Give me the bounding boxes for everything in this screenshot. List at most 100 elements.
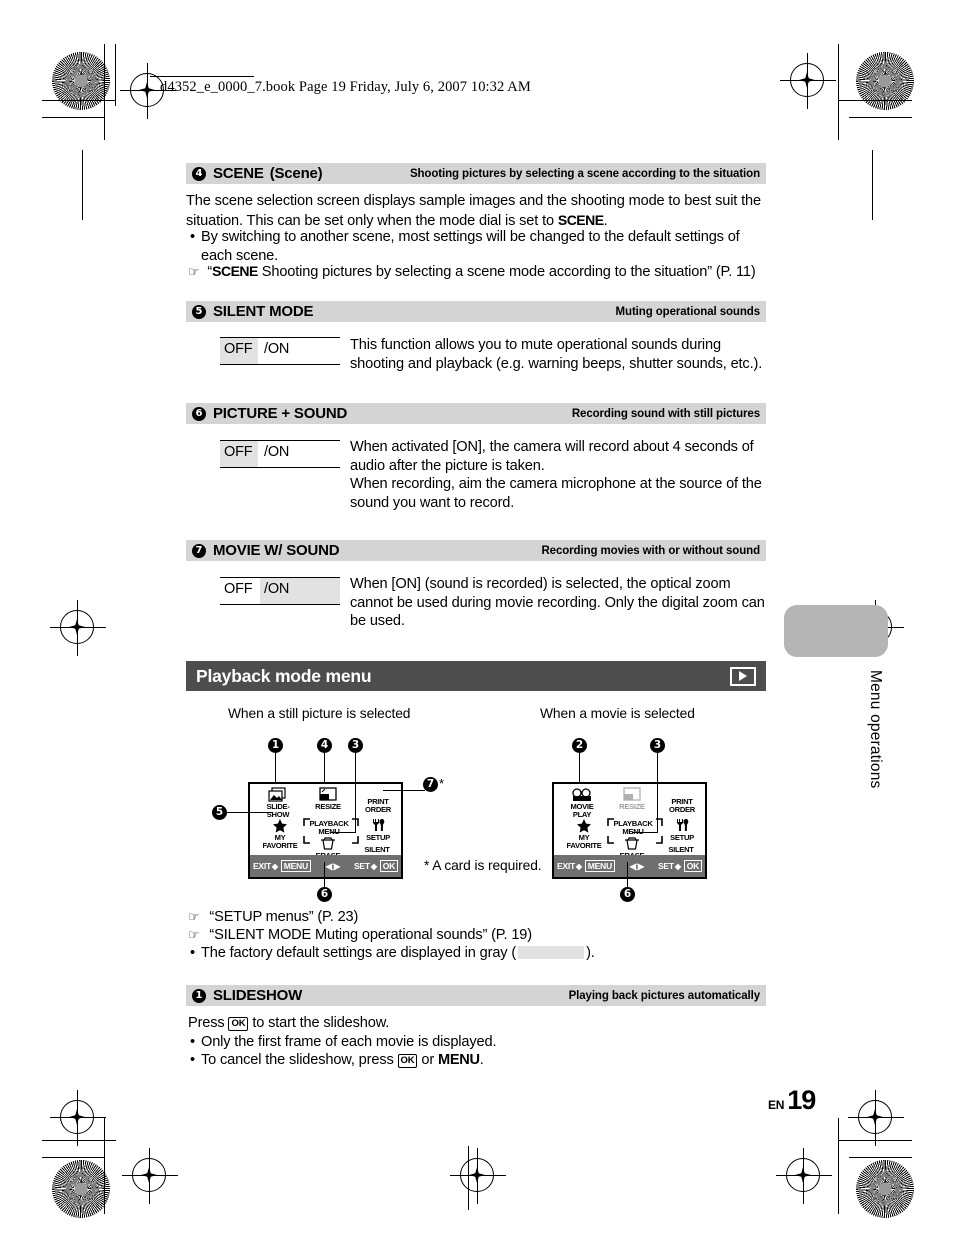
factory-default-note-text: The factory default settings are display… (201, 944, 595, 963)
menu-item-print-order[interactable]: PRINT ORDER (352, 789, 404, 815)
section-header-picture-sound: 6 PICTURE + SOUND Recording sound with s… (186, 403, 766, 424)
crop-line-bl-v (104, 1118, 106, 1214)
page-number-value: 19 (787, 1085, 816, 1115)
menu-label-resize-dim: RESIZE (619, 802, 645, 811)
scene-ref-text: Shooting pictures by selecting a scene m… (257, 264, 756, 280)
menu-item-slideshow[interactable]: SLIDE- SHOW (252, 787, 304, 820)
reference-silent-mode-text: “SILENT MODE Muting operational sounds” … (209, 927, 532, 943)
scene-paragraph-text: The scene selection screen displays samp… (186, 193, 761, 229)
playback-menu-selection-frame (303, 818, 359, 844)
gray-sample-swatch (518, 946, 585, 959)
leader-line-3 (355, 753, 357, 833)
lcd-exit-diamond: ◆ (271, 861, 278, 871)
menu-label-resize: RESIZE (315, 802, 341, 811)
value-on-movie: /ON (264, 581, 290, 597)
menu-key-label: MENU (437, 1052, 480, 1068)
lcd-set-label: SET (658, 861, 674, 871)
crop-line-bottom-mid (468, 1146, 470, 1210)
callout-4: 4 (317, 738, 332, 753)
starburst-mark-bottomright (856, 1160, 914, 1218)
crosshair-mark-ml (50, 600, 106, 656)
reference-setup-menus: ☞ “SETUP menus” (P. 23) (188, 908, 358, 928)
callout-3-right: 3 (650, 738, 665, 753)
menu-label-print-order: PRINT ORDER (365, 797, 391, 815)
section-header-silent-mode: 5 SILENT MODE Muting operational sounds (186, 301, 766, 322)
section-number-4: 4 (192, 166, 206, 181)
leader-line-1 (275, 753, 277, 783)
playback-triangle-icon (730, 666, 756, 686)
caption-still-picture: When a still picture is selected (228, 706, 411, 721)
header-rule (150, 76, 254, 77)
lcd-exit-diamond: ◆ (575, 861, 582, 871)
value-off-picture: OFF (224, 444, 253, 460)
lcd-exit-label: EXIT (253, 861, 271, 871)
menu-item-movie-play[interactable]: MOVIE PLAY (556, 787, 608, 820)
lcd-bottom-bar-still: EXIT ◆ MENU ◀▯▶ SET ◆ OK (250, 855, 401, 877)
section-title-scene: SCENE (213, 165, 264, 182)
lcd-arrow-keys-icon: ◀▯▶ (629, 861, 645, 871)
playback-menu-selection-frame (607, 818, 663, 844)
leader-line-2 (579, 753, 581, 783)
factory-default-post: ). (586, 945, 595, 961)
crop-line-br-h (838, 1140, 912, 1142)
lcd-screen-still: SLIDE- SHOW RESIZE PRINT ORDER MY FAVORITE (248, 782, 403, 879)
crop-line-tr-h (838, 100, 912, 102)
section-number-6: 6 (192, 406, 206, 421)
crop-line-right-mid (872, 150, 874, 220)
section-header-movie-sound: 7 MOVIE W/ SOUND Recording movies with o… (186, 540, 766, 561)
crop-line-tl-v (104, 44, 106, 140)
slideshow-line1: Press OK to start the slideshow. (188, 1014, 389, 1033)
value-box-silent-mode: OFF /ON (220, 337, 340, 365)
section-title-scene-suffix: (Scene) (269, 165, 323, 182)
value-off-movie: OFF (224, 581, 253, 597)
menu-item-resize[interactable]: RESIZE (302, 787, 354, 811)
factory-default-pre: The factory default settings are display… (201, 945, 517, 961)
wrench-icon (656, 818, 708, 833)
wrench-icon (352, 818, 404, 833)
crosshair-mark-bc2 (450, 1148, 506, 1204)
value-on-picture: /ON (264, 444, 290, 460)
slideshow-bullet-1-text: Only the first frame of each movie is di… (201, 1034, 497, 1050)
slideshow-line1-post: to start the slideshow. (248, 1015, 390, 1031)
page-lang: EN (768, 1098, 785, 1112)
ok-key-icon: OK (228, 1017, 249, 1031)
leader-line-4 (324, 753, 326, 783)
crosshair-mark-bc (122, 1148, 178, 1204)
lcd-ok-key: OK (379, 860, 398, 872)
starburst-mark-bottomleft (52, 1160, 110, 1218)
callout-7-asterisk: * (439, 776, 445, 791)
slideshow-bullet2-mid: or (417, 1052, 438, 1068)
crop-line-tl-v2 (115, 44, 117, 106)
lcd-menu-key: MENU (280, 860, 311, 872)
slideshow-bullet2-pre: To cancel the slideshow, press (201, 1052, 398, 1068)
leader-line-3b (330, 832, 356, 834)
crosshair-mark-br2 (776, 1148, 832, 1204)
movie-sound-desc: When [ON] (sound is recorded) is selecte… (350, 576, 765, 629)
lcd-bottom-bar-movie: EXIT ◆ MENU ◀▯▶ SET ◆ OK (554, 855, 705, 877)
crosshair-mark-bl (50, 1090, 106, 1146)
section-title-picture-sound: PICTURE + SOUND (213, 405, 348, 422)
scene-inline-glyph: SCENE (557, 211, 604, 228)
leader-line-3-right-b (632, 832, 658, 834)
silent-mode-desc: This function allows you to mute operati… (350, 337, 763, 372)
crop-line-br-h2 (849, 1157, 912, 1159)
section-subtitle-silent-mode: Muting operational sounds (615, 305, 761, 318)
callout-6-right: 6 (620, 887, 635, 902)
scene-bullet-text: By switching to another scene, most sett… (201, 229, 740, 264)
slideshow-bullet-2: • To cancel the slideshow, press OK or M… (190, 1051, 484, 1070)
section-number-5: 5 (192, 304, 206, 319)
bullet-dot: • (190, 1052, 195, 1068)
section-subtitle-movie-sound: Recording movies with or without sound (541, 544, 760, 557)
menu-label-print-order-dim: PRINT ORDER (669, 797, 695, 815)
leader-line-6-right (627, 862, 629, 888)
scene-paragraph: The scene selection screen displays samp… (186, 192, 766, 230)
section-title-movie-sound: MOVIE W/ SOUND (213, 542, 340, 559)
value-on-silent: /ON (264, 341, 290, 357)
crop-line-bl-h2 (42, 1157, 105, 1159)
playback-banner-title: Playback mode menu (196, 665, 372, 686)
section-subtitle-scene: Shooting pictures by selecting a scene a… (409, 167, 760, 180)
manual-page: d4352_e_0000_7.book Page 19 Friday, July… (0, 0, 954, 1258)
section-subtitle-slideshow: Playing back pictures automatically (568, 989, 761, 1002)
crop-line-tr-h2 (849, 117, 912, 119)
slideshow-bullet-1: • Only the first frame of each movie is … (190, 1033, 496, 1052)
